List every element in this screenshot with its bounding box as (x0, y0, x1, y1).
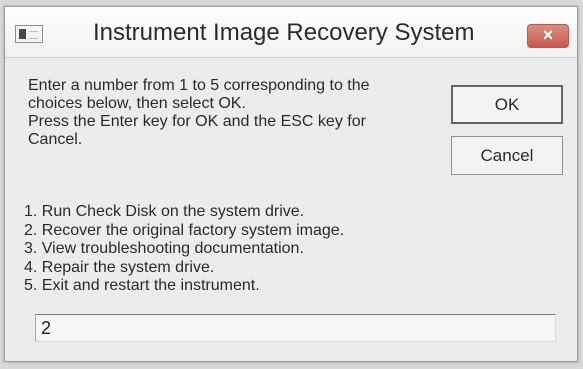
choice-number-input[interactable] (35, 314, 556, 342)
cancel-button[interactable]: Cancel (451, 136, 563, 175)
instruction-line: Cancel. (28, 131, 83, 148)
choice-item: 5. Exit and restart the instrument. (24, 277, 260, 294)
instruction-line: choices below, then select OK. (28, 95, 246, 112)
choice-item: 1. Run Check Disk on the system drive. (24, 203, 305, 220)
window-title: Instrument Image Recovery System (93, 19, 475, 46)
instruction-line: Press the Enter key for OK and the ESC k… (28, 113, 366, 130)
choice-list: 1. Run Check Disk on the system drive. 2… (24, 203, 444, 296)
choice-item: 2. Recover the original factory system i… (24, 221, 345, 239)
choice-item: 3. View troubleshooting documentation. (24, 240, 304, 257)
window-app-icon (15, 25, 43, 43)
close-icon: × (542, 25, 554, 45)
title-bar: Instrument Image Recovery System × (5, 7, 577, 58)
recovery-dialog: Instrument Image Recovery System × Enter… (4, 6, 578, 362)
instruction-line: Enter a number from 1 to 5 corresponding… (28, 77, 370, 94)
instruction-message: Enter a number from 1 to 5 corresponding… (28, 77, 418, 149)
close-button[interactable]: × (527, 24, 569, 48)
choice-item: 4. Repair the system drive. (24, 258, 215, 276)
ok-button[interactable]: OK (451, 85, 563, 124)
